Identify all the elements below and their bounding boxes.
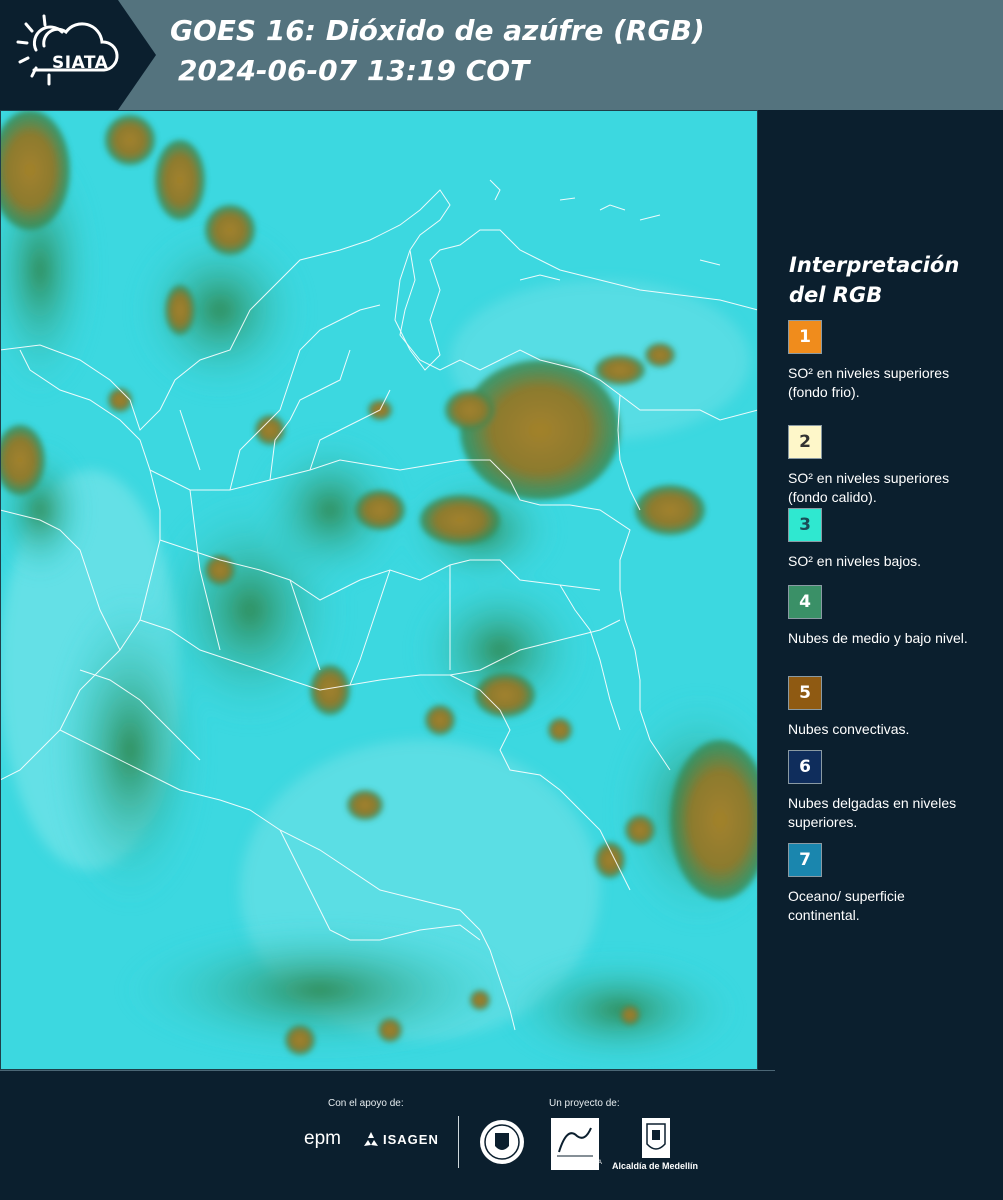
legend-item: 5 Nubes convectivas. [788, 676, 988, 739]
isagen-icon [364, 1132, 378, 1146]
legend-item: 2 SO² en niveles superiores (fondo calido… [788, 425, 988, 507]
epm-logo: epm [304, 1128, 341, 1149]
page-timestamp: 2024-06-07 13:19 COT [178, 54, 530, 87]
legend-label: SO² en niveles bajos. [788, 553, 922, 569]
legend-item: 6 Nubes delgadas en niveles superiores. [788, 750, 988, 832]
legend-item: 1 SO² en niveles superiores (fondo frio). [788, 320, 988, 402]
university-seal-icon [480, 1120, 524, 1164]
siata-logo: SIATA [14, 10, 124, 100]
project-label: Un proyecto de: [549, 1098, 620, 1109]
legend-title: Interpretación del RGB [789, 253, 960, 307]
legend-label: SO² en niveles superiores (fondo calido)… [788, 470, 950, 505]
legend-swatch: 6 [788, 750, 822, 784]
footer-logo-divider [458, 1116, 459, 1168]
legend-item: 7 Oceano/ superficie continental. [788, 843, 988, 925]
header-bar: SIATA GOES 16: Dióxido de azúfre (RGB) 2… [0, 0, 1003, 110]
satellite-image [0, 110, 758, 1070]
satellite-map-svg [0, 110, 758, 1070]
legend-label: Nubes de medio y bajo nivel. [788, 630, 968, 646]
legend-swatch: 2 [788, 425, 822, 459]
legend-swatch: 5 [788, 676, 822, 710]
area-metropolitana-text: METROPOLITANA Valle de Aburrá [551, 1160, 602, 1172]
legend-panel: Interpretación del RGB 1 SO² en niveles s… [765, 110, 1003, 1070]
alcaldia-text: Alcaldía de Medellín [612, 1161, 699, 1171]
footer-divider [0, 1070, 775, 1071]
alcaldia-shield-icon [642, 1118, 670, 1158]
isagen-logo: ISAGEN [383, 1132, 439, 1147]
legend-item: 4 Nubes de medio y bajo nivel. [788, 585, 988, 648]
legend-label: Nubes delgadas en niveles superiores. [788, 795, 957, 830]
page-title: GOES 16: Dióxido de azúfre (RGB) [170, 14, 705, 47]
legend-label: SO² en niveles superiores (fondo frio). [788, 365, 950, 400]
legend-swatch: 4 [788, 585, 822, 619]
logo-text: SIATA [52, 53, 109, 73]
support-label: Con el apoyo de: [328, 1098, 404, 1109]
legend-swatch: 3 [788, 508, 822, 542]
legend-item: 3 SO² en niveles bajos. [788, 508, 988, 571]
legend-swatch: 1 [788, 320, 822, 354]
legend-label: Oceano/ superficie continental. [788, 888, 905, 923]
footer: Con el apoyo de: Un proyecto de: epm ISA… [0, 1070, 1003, 1200]
legend-label: Nubes convectivas. [788, 721, 910, 737]
legend-swatch: 7 [788, 843, 822, 877]
